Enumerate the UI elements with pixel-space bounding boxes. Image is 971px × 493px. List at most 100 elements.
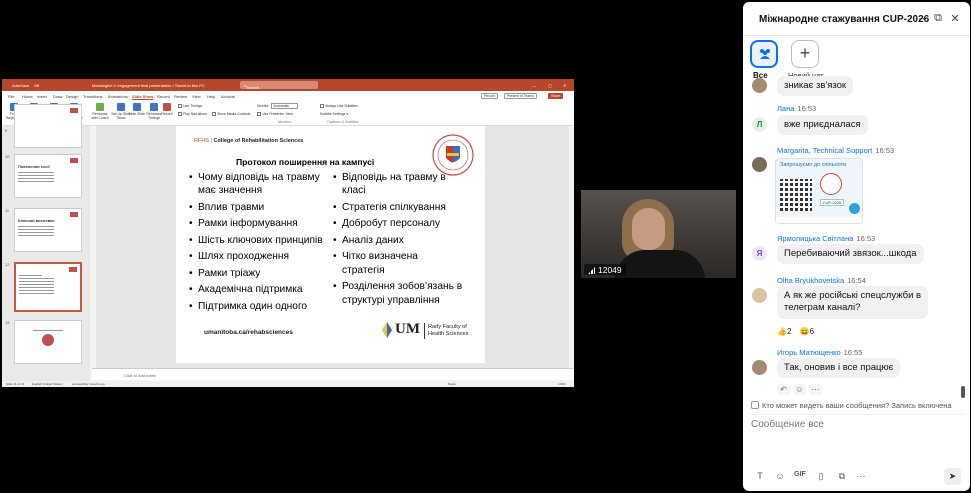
um-logo: UM Rady Faculty of Health Sciences <box>382 321 478 343</box>
thumb-title: Ключові висновки <box>18 218 55 223</box>
slide-thumbnail-pane: 9 10 Пояснення сесії 11 Ключові висновки… <box>2 104 90 381</box>
use-timings-checkbox[interactable]: Use Timings <box>178 104 203 109</box>
visibility-notice[interactable]: Кто может видеть ваши сообщения? Запись … <box>751 401 964 415</box>
message-sender: Olha Bryukhovetska 16:54 <box>777 276 866 285</box>
menu-animations[interactable]: Animations <box>108 94 128 99</box>
message-time: 16:53 <box>856 234 876 243</box>
signal-bars-icon <box>588 267 595 274</box>
record-button[interactable]: Record <box>481 93 499 99</box>
um-logo-icon <box>69 267 77 272</box>
message-sender: Ярмолицька Світлана 16:53 <box>777 234 875 243</box>
new-chat-button[interactable]: + <box>791 40 819 68</box>
participant-name-tag: 12049 <box>584 264 626 275</box>
monitor-select[interactable]: Monitor: Automatic <box>257 103 299 109</box>
menu-acrobat[interactable]: Acrobat <box>221 94 235 99</box>
reaction-laugh[interactable]: 😄6 <box>800 327 814 336</box>
screenshot-icon[interactable]: ⧉ <box>835 471 849 482</box>
close-icon[interactable]: ✕ <box>563 83 566 88</box>
presenter-view-label: Use Presenter View <box>262 112 293 116</box>
close-chat-icon[interactable]: ✕ <box>949 12 961 25</box>
menu-draw[interactable]: Draw <box>53 94 62 99</box>
message-sender: Лана 16:53 <box>777 104 816 113</box>
um-text: UM <box>395 321 420 337</box>
pop-out-icon[interactable]: ⧉ <box>932 12 944 25</box>
more-icon[interactable]: ⋯ <box>809 384 822 395</box>
people-icon <box>760 49 770 59</box>
text-format-icon[interactable]: T <box>753 471 767 481</box>
message-image[interactable]: Запрошуємо до спільноти CUP-2026 <box>775 158 863 224</box>
crest-icon <box>820 173 842 195</box>
menu-file[interactable]: File <box>8 94 14 99</box>
avatar: Я <box>752 246 767 261</box>
reaction-count: 6 <box>809 327 815 336</box>
message-time: 16:53 <box>797 104 817 113</box>
more-options-icon[interactable]: ⋯ <box>914 12 926 25</box>
share-button[interactable]: Share <box>548 93 564 99</box>
slide-thumbnail[interactable]: Ключові висновки <box>14 208 82 252</box>
thumb-number: 11 <box>5 208 10 213</box>
menu-record[interactable]: Record <box>157 94 170 99</box>
gif-icon[interactable]: GIF <box>793 471 807 478</box>
checkbox-icon <box>178 112 182 117</box>
shield-icon <box>751 401 759 409</box>
bullet-list-right: Відповідь на травму в класі Стратегія сп… <box>333 171 463 310</box>
ribbon-record-button[interactable]: Record <box>157 103 177 116</box>
slide-thumbnail[interactable]: Пояснення сесії <box>14 154 82 198</box>
menu-transitions[interactable]: Transitions <box>83 94 102 99</box>
present-teams-button[interactable]: Present in Teams <box>504 93 537 99</box>
send-button[interactable]: ➤ <box>944 468 961 485</box>
menu-design[interactable]: Design <box>66 94 78 99</box>
checkbox-icon <box>320 104 324 109</box>
hide-slide-icon <box>133 103 141 111</box>
show-media-checkbox[interactable]: Show Media Controls <box>212 112 250 117</box>
reply-icon[interactable]: ↶ <box>777 384 790 395</box>
minimize-icon[interactable]: — <box>532 83 536 88</box>
notes-pane[interactable]: Click to add notes <box>92 368 574 380</box>
presenter-view-checkbox[interactable]: Use Presenter View <box>257 112 293 117</box>
message-input[interactable]: Сообщение все <box>751 419 824 430</box>
autosave-toggle[interactable]: Off <box>34 83 39 88</box>
participant-video-tile[interactable]: 12049 <box>581 190 736 278</box>
zoom-level[interactable]: 113% <box>558 382 565 386</box>
tab-all-button[interactable] <box>750 40 778 68</box>
faculty-line-2: Health Sciences <box>428 330 469 337</box>
slide-thumbnail[interactable] <box>14 104 82 148</box>
subtitle-settings-button[interactable]: Subtitle Settings ▾ <box>320 112 348 116</box>
participant-face <box>632 208 665 250</box>
reaction-thumbs-up[interactable]: 👍2 <box>777 327 791 336</box>
bullet-item: Аналіз даних <box>333 234 463 248</box>
ppt-menu-bar: File Home Insert Draw Design Transitions… <box>2 91 574 100</box>
always-subtitles-checkbox[interactable]: Always Use Subtitles <box>320 104 358 109</box>
message-bubble: А як же російські спецслужби в телеграм … <box>777 286 929 319</box>
notes-toggle[interactable]: Notes <box>448 382 456 386</box>
emoji-icon[interactable]: ☺ <box>773 471 787 481</box>
bullet-item: Рамки тріажу <box>189 267 339 281</box>
more-icon[interactable]: ⋯ <box>854 471 868 482</box>
maximize-icon[interactable]: ▢ <box>548 83 552 88</box>
checkbox-icon <box>257 112 261 117</box>
slide-thumbnail[interactable] <box>14 320 82 364</box>
file-icon[interactable]: ▯ <box>814 471 828 482</box>
menu-review[interactable]: Review <box>174 94 187 99</box>
avatar: Л <box>752 117 767 132</box>
add-reaction-icon[interactable]: ☺ <box>793 384 806 395</box>
search-box[interactable]: ⌕ Search <box>240 81 318 90</box>
sender-name: Лана <box>777 104 795 113</box>
language-status[interactable]: English (United States) <box>32 382 63 386</box>
menu-home[interactable]: Home <box>22 94 33 99</box>
faculty-line-1: Rady Faculty of <box>428 324 467 330</box>
slide-thumbnail-selected[interactable] <box>14 262 82 312</box>
message-sender: Margarita, Technical Support 16:53 <box>777 146 894 155</box>
group-monitors-label: Monitors <box>278 120 292 124</box>
menu-insert[interactable]: Insert <box>37 94 47 99</box>
status-bar: Slide 11 of 13 English (United States) A… <box>2 381 574 387</box>
thumb-number: 10 <box>5 154 10 159</box>
menu-help[interactable]: Help <box>207 94 215 99</box>
play-narrations-checkbox[interactable]: Play Narrations <box>178 112 207 117</box>
scrollbar[interactable] <box>961 386 965 398</box>
rehearse-coach-button[interactable]: Rehearse with Coach <box>90 103 110 120</box>
menu-view[interactable]: View <box>192 94 201 99</box>
use-timings-label: Use Timings <box>183 104 203 108</box>
avatar <box>752 360 767 375</box>
accessibility-status[interactable]: Accessibility: Good to go <box>72 382 105 386</box>
